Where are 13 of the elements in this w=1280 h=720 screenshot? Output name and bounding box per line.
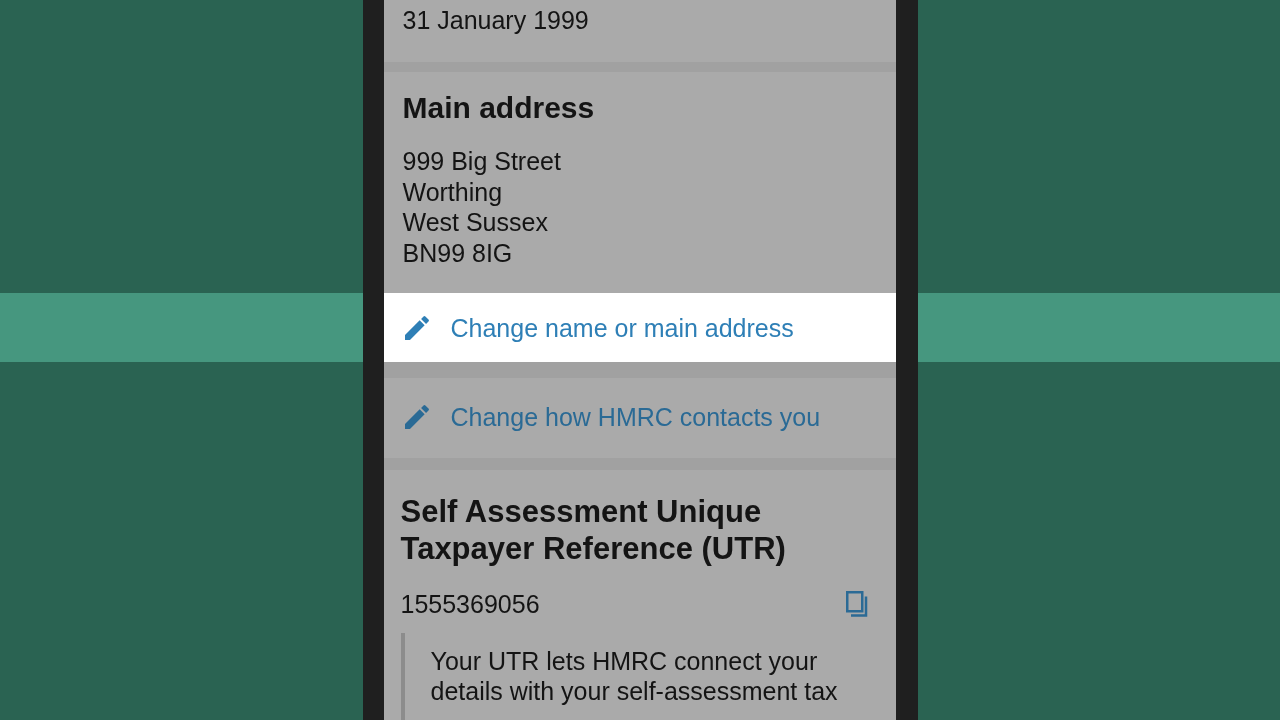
inset-text: Your UTR lets HMRC connect your details with your self-assessment tax [400,633,879,720]
section-heading: Main address [402,90,596,126]
address-line: Worthing [402,176,504,207]
address-line: West Sussex [402,207,549,238]
section-heading: Self Assessment Unique Taxpayer Reference (UTR) [400,492,787,567]
reference-number: 1555369056 [400,589,540,619]
date-value: 31 January 1999 [402,5,590,35]
copy-icon[interactable] [845,591,868,617]
address-line: 999 Big Street [402,146,562,177]
pencil-icon [404,405,429,429]
address-line: BN99 8IG [402,237,514,268]
pencil-icon [404,315,429,340]
action-link[interactable]: Change how HMRC contacts you [383,378,896,458]
